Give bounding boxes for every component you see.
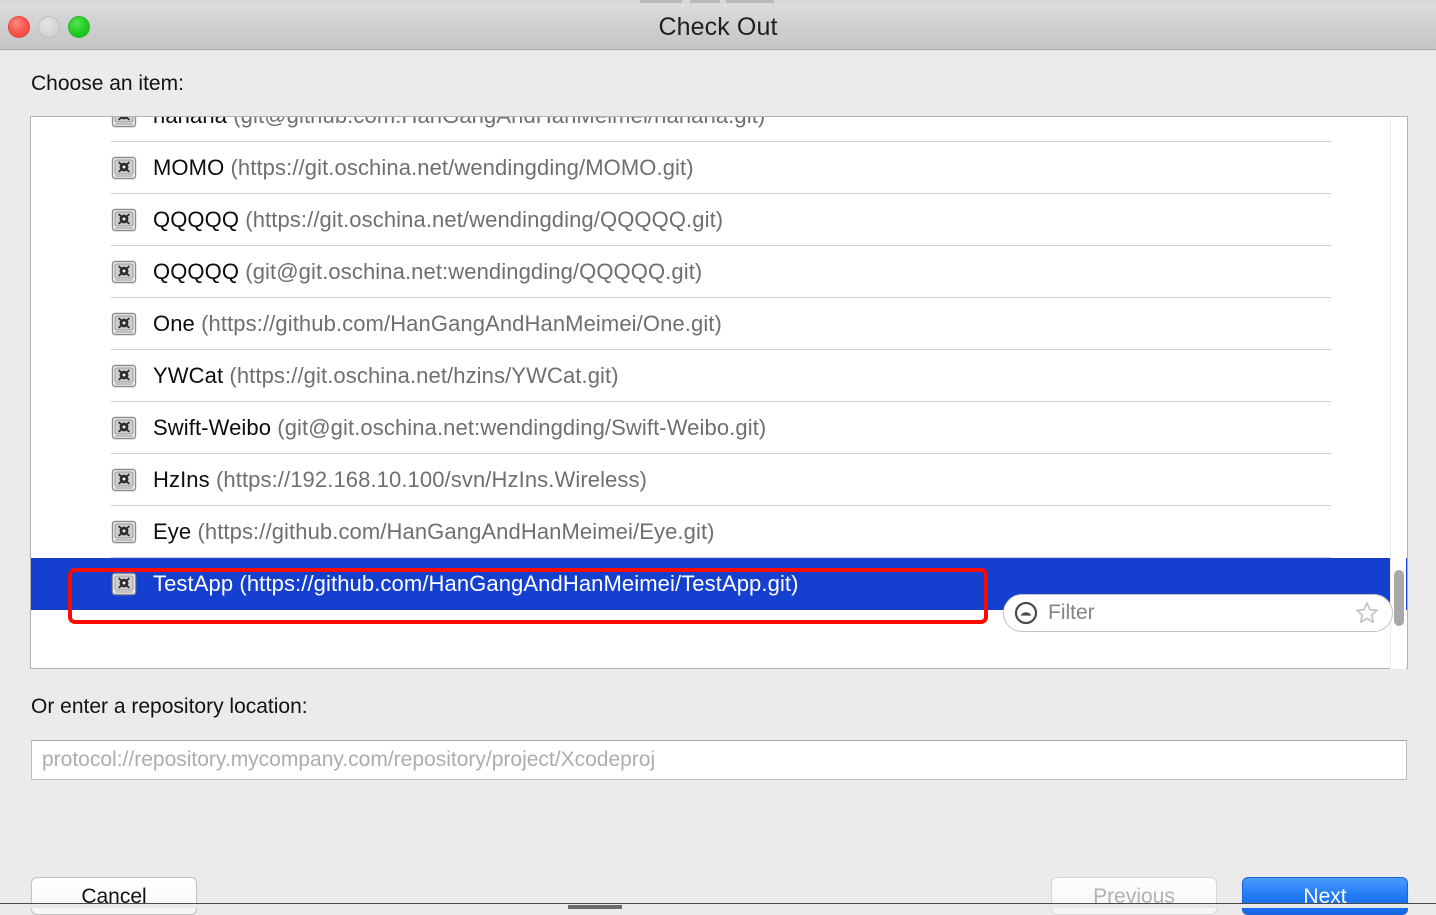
filter-field[interactable] [1003,594,1393,632]
repository-vault-icon [111,259,137,285]
window-title: Check Out [658,13,778,41]
list-vertical-scrollbar[interactable] [1390,118,1406,669]
scrollbar-thumb[interactable] [1394,570,1404,626]
repository-vault-icon [111,311,137,337]
list-item-url: (git@git.oschina.net:wendingding/Swift-W… [277,415,767,440]
list-item-label: YWCat (https://git.oschina.net/hzins/YWC… [153,363,619,389]
list-item-url: (https://github.com/HanGangAndHanMeimei/… [201,311,722,336]
repository-vault-icon [111,117,137,129]
list-item-name: hahaha [153,117,227,128]
list-item-name: QQQQQ [153,207,240,232]
list-item-name: Swift-Weibo [153,415,272,440]
repository-vault-icon [111,155,137,181]
list-item-name: MOMO [153,155,225,180]
list-item-label: HzIns (https://192.168.10.100/svn/HzIns.… [153,467,647,493]
list-item-name: QQQQQ [153,259,240,284]
list-item-url: (git@git.oschina.net:wendingding/QQQQQ.g… [245,259,703,284]
cancel-button[interactable]: Cancel [31,877,197,915]
repository-vault-icon [111,519,137,545]
list-item-url: (https://192.168.10.100/svn/HzIns.Wirele… [215,467,648,492]
list-item-name: HzIns [153,467,210,492]
repository-list[interactable]: hahaha (git@github.com:HanGangAndHanMeim… [30,116,1408,669]
list-item[interactable]: HzIns (https://192.168.10.100/svn/HzIns.… [31,454,1407,506]
list-item-url: (https://github.com/HanGangAndHanMeimei/… [197,519,715,544]
list-item-label: Eye (https://github.com/HanGangAndHanMei… [153,519,715,545]
list-item-name: YWCat [153,363,224,388]
repository-vault-icon [111,571,137,597]
list-item-label: QQQQQ (git@git.oschina.net:wendingding/Q… [153,259,702,285]
previous-button: Previous [1051,877,1217,915]
list-item-url: (https://git.oschina.net/hzins/YWCat.git… [229,363,619,388]
filter-funnel-icon [1014,601,1038,625]
repository-vault-icon [111,415,137,441]
list-item[interactable]: QQQQQ (git@git.oschina.net:wendingding/Q… [31,246,1407,298]
list-item-url: (https://git.oschina.net/wendingding/MOM… [230,155,694,180]
filter-input[interactable] [1048,601,1328,625]
screen-bottom-edge [0,903,1436,909]
repository-vault-icon [111,207,137,233]
repository-location-label: Or enter a repository location: [31,695,308,718]
list-item-url: (https://git.oschina.net/wendingding/QQQ… [245,207,724,232]
list-item-name: TestApp [153,571,234,596]
choose-item-label: Choose an item: [31,72,184,95]
list-item-label: MOMO (https://git.oschina.net/wendingdin… [153,155,694,181]
dialog-content: Choose an item: hahaha (git@github.com:H… [0,50,1436,915]
repository-list-rows: hahaha (git@github.com:HanGangAndHanMeim… [31,117,1407,610]
list-item-url: (git@github.com:HanGangAndHanMeimei/haha… [233,117,765,128]
window-titlebar: Check Out [0,4,1436,50]
repository-vault-icon [111,363,137,389]
list-item[interactable]: hahaha (git@github.com:HanGangAndHanMeim… [31,117,1407,142]
list-item[interactable]: QQQQQ (https://git.oschina.net/wendingdi… [31,194,1407,246]
list-item-label: Swift-Weibo (git@git.oschina.net:wending… [153,415,766,441]
list-item[interactable]: YWCat (https://git.oschina.net/hzins/YWC… [31,350,1407,402]
next-button[interactable]: Next [1242,877,1408,915]
list-item-label: TestApp (https://github.com/HanGangAndHa… [153,571,799,597]
list-item-label: One (https://github.com/HanGangAndHanMei… [153,311,722,337]
list-item[interactable]: MOMO (https://git.oschina.net/wendingdin… [31,142,1407,194]
list-item[interactable]: One (https://github.com/HanGangAndHanMei… [31,298,1407,350]
list-item-url: (https://github.com/HanGangAndHanMeimei/… [239,571,799,596]
star-outline-icon[interactable] [1354,600,1380,626]
repository-vault-icon [111,467,137,493]
list-item-label: QQQQQ (https://git.oschina.net/wendingdi… [153,207,723,233]
list-item-label: hahaha (git@github.com:HanGangAndHanMeim… [153,117,765,129]
list-item-name: One [153,311,195,336]
list-item[interactable]: Eye (https://github.com/HanGangAndHanMei… [31,506,1407,558]
list-item-name: Eye [153,519,192,544]
list-item[interactable]: Swift-Weibo (git@git.oschina.net:wending… [31,402,1407,454]
repository-list-viewport: hahaha (git@github.com:HanGangAndHanMeim… [31,117,1407,668]
repository-location-input[interactable] [31,740,1407,780]
